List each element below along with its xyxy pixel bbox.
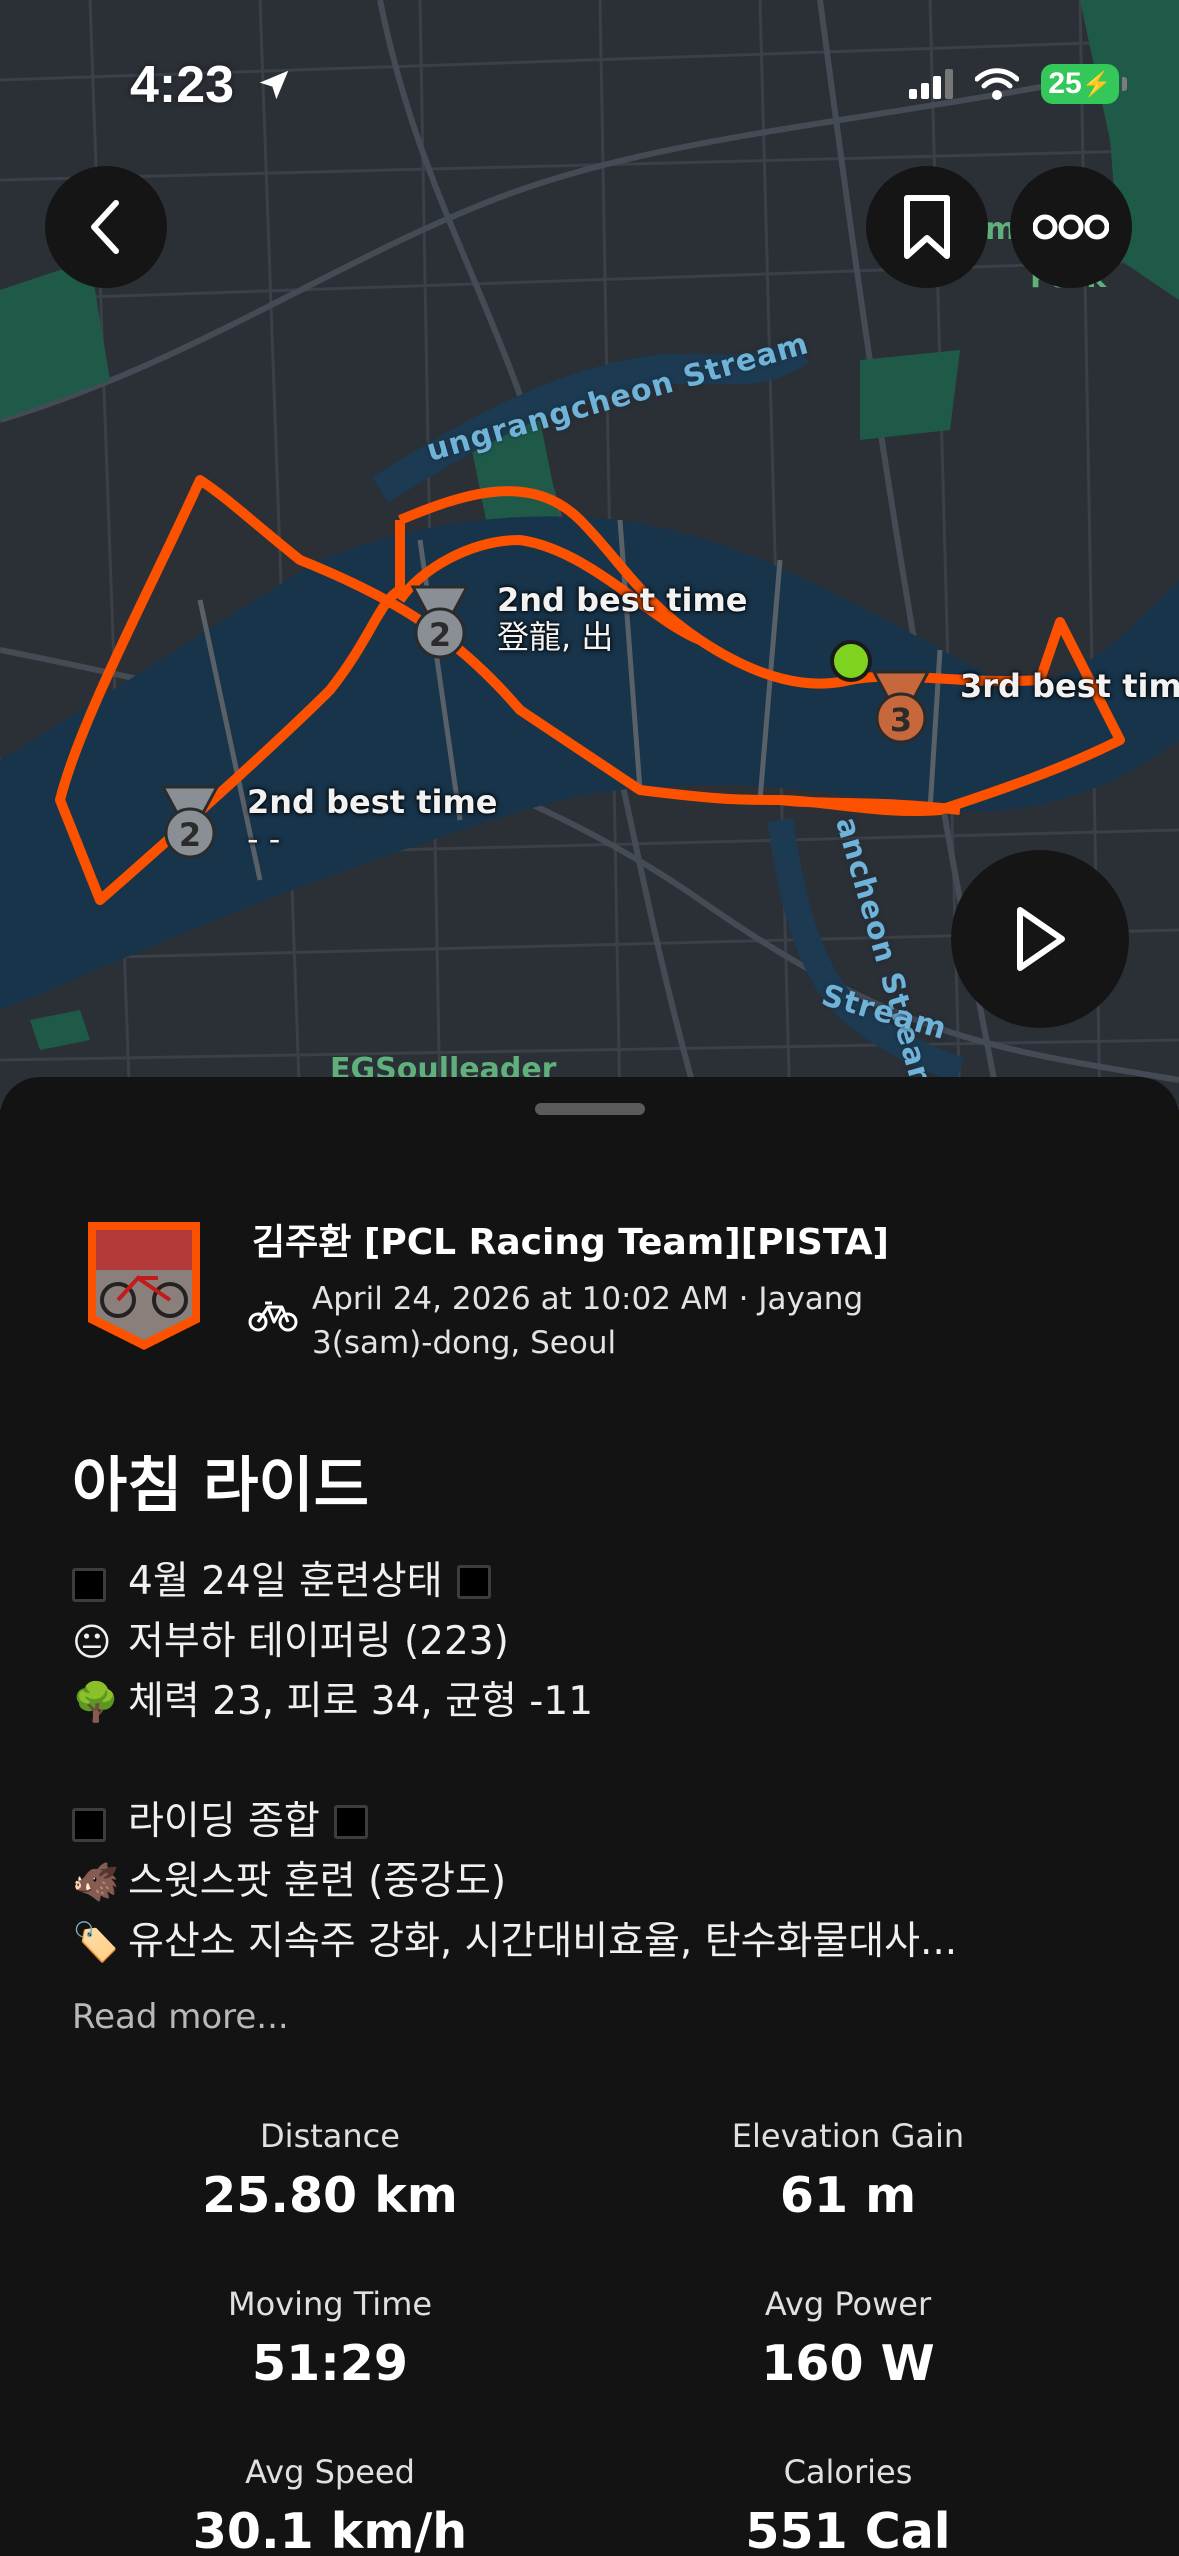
label-icon: 🏷️ (72, 1920, 120, 1964)
stat-moving-time: Moving Time 51:29 (70, 2285, 590, 2392)
tree-icon: 🌳 (72, 1680, 120, 1724)
square-icon (72, 1552, 128, 1612)
stat-avg-power: Avg Power 160 W (588, 2285, 1108, 2392)
description-text: 유산소 지속주 강화, 시간대비효율, 탄수화물대사... (128, 1919, 958, 1964)
ellipsis-icon (1033, 214, 1109, 240)
back-button[interactable] (45, 166, 167, 288)
description-blank-line (72, 1732, 1132, 1792)
segment-medal[interactable]: 3 (866, 668, 936, 752)
boar-icon: 🐗 (72, 1860, 120, 1904)
avatar-image (88, 1222, 200, 1350)
description-line: 🐗 스윗스팟 훈련 (중강도) (72, 1852, 1132, 1912)
stat-label: Calories (783, 2453, 913, 2491)
athlete-avatar[interactable] (84, 1218, 204, 1354)
stat-label: Moving Time (227, 2285, 433, 2323)
route-map[interactable]: ungrangcheon Stream ancheon Stream Strea… (0, 0, 1179, 1110)
activity-meta: April 24, 2026 at 10:02 AM · Jayang 3(sa… (312, 1281, 864, 1361)
location-arrow-icon (259, 70, 288, 100)
segment-label[interactable]: 2nd best time 登龍, 出 (497, 582, 748, 656)
stat-label: Elevation Gain (731, 2117, 965, 2155)
bookmark-icon (904, 195, 950, 259)
play-icon (1017, 907, 1065, 971)
stat-distance: Distance 25.80 km (70, 2117, 590, 2224)
segment-achievement: 2nd best time (497, 581, 748, 619)
start-marker (830, 640, 872, 682)
description-text: 체력 23, 피로 34, 균형 -11 (128, 1679, 594, 1724)
description-text: 4월 24일 훈련상태 (128, 1559, 443, 1604)
stat-value: 551 Cal (745, 2503, 951, 2556)
bookmark-button[interactable] (866, 166, 988, 288)
stat-label: Distance (260, 2117, 400, 2155)
stat-value: 30.1 km/h (192, 2503, 468, 2556)
wifi-icon (975, 68, 1019, 100)
stat-value: 25.80 km (202, 2167, 458, 2224)
sheet-grabber[interactable] (535, 1103, 645, 1115)
segment-medal[interactable]: 2 (155, 783, 225, 867)
stat-value: 51:29 (252, 2335, 408, 2392)
medal-rank: 2 (428, 616, 452, 654)
medal-rank: 3 (889, 701, 913, 739)
battery-indicator: 25 ⚡ (1041, 64, 1127, 104)
segment-label[interactable]: 3rd best time (960, 668, 1179, 705)
play-flyover-button[interactable] (951, 850, 1129, 1028)
square-icon (456, 1565, 491, 1599)
signal-icon (909, 69, 953, 99)
description-text: 저부하 테이퍼링 (223) (128, 1619, 509, 1664)
neutral-face-icon: 😐 (72, 1620, 112, 1664)
description-text: 라이딩 종합 (128, 1799, 320, 1844)
description-line: 라이딩 종합 (72, 1792, 1132, 1852)
bike-icon (248, 1301, 298, 1332)
square-icon (72, 1792, 128, 1852)
battery-level: 25 (1048, 67, 1082, 100)
status-time: 4:23 (130, 55, 293, 115)
description-line: 😐 저부하 테이퍼링 (223) (72, 1612, 1132, 1672)
status-time-text: 4:23 (130, 56, 235, 114)
stat-label: Avg Speed (245, 2453, 415, 2491)
segment-name: - - (247, 819, 281, 858)
more-options-button[interactable] (1010, 166, 1132, 288)
stat-label: Avg Power (764, 2285, 932, 2323)
activity-description: 4월 24일 훈련상태 😐 저부하 테이퍼링 (223) 🌳 체력 23, 피로… (72, 1552, 1132, 1972)
description-line: 4월 24일 훈련상태 (72, 1552, 1132, 1612)
description-text: 스윗스팟 훈련 (중강도) (128, 1859, 507, 1904)
segment-achievement: 2nd best time (247, 783, 498, 821)
read-more-link[interactable]: Read more... (72, 1997, 289, 2037)
stat-value: 160 W (761, 2335, 935, 2392)
square-icon (333, 1805, 368, 1839)
athlete-name[interactable]: 김주환 [PCL Racing Team][PISTA] (252, 1213, 889, 1265)
stat-value: 61 m (779, 2167, 917, 2224)
stat-elevation-gain: Elevation Gain 61 m (588, 2117, 1108, 2224)
activity-sheet: 김주환 [PCL Racing Team][PISTA] April 24, 2… (0, 1077, 1179, 2556)
segment-medal[interactable]: 2 (405, 583, 475, 667)
chevron-left-icon (91, 200, 119, 254)
description-line: 🌳 체력 23, 피로 34, 균형 -11 (72, 1672, 1132, 1732)
activity-title: 아침 라이드 (72, 1451, 369, 1521)
medal-rank: 2 (178, 816, 202, 854)
segment-name: 登龍, 出 (497, 617, 614, 656)
stat-avg-speed: Avg Speed 30.1 km/h (70, 2453, 590, 2556)
segment-label[interactable]: 2nd best time - - (247, 784, 498, 858)
description-line: 🏷️ 유산소 지속주 강화, 시간대비효율, 탄수화물대사... (72, 1912, 1132, 1972)
segment-achievement: 3rd best time (960, 667, 1179, 705)
status-icons: 25 ⚡ (909, 64, 1127, 104)
stat-calories: Calories 551 Cal (588, 2453, 1108, 2556)
